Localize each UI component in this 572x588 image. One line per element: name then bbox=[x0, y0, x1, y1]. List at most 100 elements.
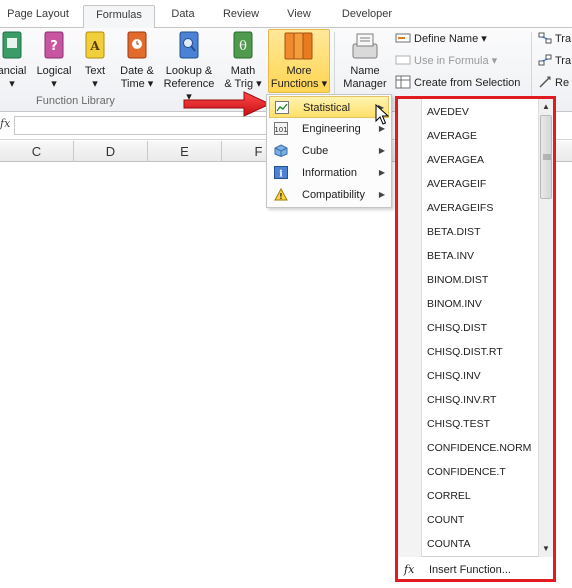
formula-input[interactable] bbox=[14, 116, 274, 135]
lookup-reference-label: Lookup & bbox=[165, 65, 213, 77]
logical-button[interactable]: ? Logical ▾ bbox=[34, 30, 74, 96]
svg-text:?: ? bbox=[50, 39, 58, 54]
submenu-arrow-icon: ▶ bbox=[378, 168, 385, 177]
more-functions-label-2: Functions ▾ bbox=[270, 78, 328, 90]
name-manager-label: Name bbox=[350, 65, 380, 77]
function-item-correl[interactable]: CORREL bbox=[427, 484, 471, 508]
date-time-label-2: Time ▾ bbox=[120, 78, 154, 90]
information-icon: i bbox=[274, 166, 288, 179]
statistical-chart-icon bbox=[275, 101, 289, 114]
create-from-selection-button[interactable]: Create from Selection bbox=[395, 74, 520, 92]
name-manager-label-2: Manager bbox=[343, 78, 387, 90]
ribbon-tab-bar: Page Layout Formulas Data Review View De… bbox=[0, 0, 572, 29]
math-trig-label: Math bbox=[230, 65, 256, 77]
svg-text:A: A bbox=[89, 39, 100, 53]
function-item-beta-inv[interactable]: BETA.INV bbox=[427, 244, 474, 268]
lookup-reference-button[interactable]: Lookup & Reference ▾ bbox=[160, 30, 218, 103]
create-from-selection-label: Create from Selection bbox=[414, 77, 521, 89]
remove-arrows-button[interactable]: Re bbox=[538, 74, 569, 92]
function-item-chisq-test[interactable]: CHISQ.TEST bbox=[427, 412, 490, 436]
function-item-average[interactable]: AVERAGE bbox=[427, 124, 477, 148]
trace-dependents-label: Tra bbox=[555, 55, 572, 67]
text-book-icon: A bbox=[85, 31, 105, 59]
function-library-group-label: Function Library bbox=[36, 95, 115, 107]
menu-item-information[interactable]: i Information ▶ bbox=[269, 162, 389, 184]
define-name-label: Define Name ▾ bbox=[414, 33, 487, 45]
svg-text:!: ! bbox=[279, 192, 283, 201]
scroll-down-arrow-icon[interactable]: ▼ bbox=[541, 543, 551, 555]
column-header-d[interactable]: D bbox=[74, 141, 148, 162]
svg-text:θ: θ bbox=[239, 39, 247, 54]
svg-text:101: 101 bbox=[274, 126, 287, 134]
function-item-chisq-inv[interactable]: CHISQ.INV bbox=[427, 364, 481, 388]
date-time-label: Date & bbox=[120, 65, 154, 77]
list-scrollbar[interactable]: ▲ ▼ bbox=[538, 99, 553, 557]
menu-item-engineering[interactable]: 101 Engineering ▶ bbox=[269, 118, 389, 140]
column-header-c[interactable]: C bbox=[0, 141, 74, 162]
more-functions-label: More bbox=[286, 65, 312, 77]
menu-icon-gutter bbox=[398, 99, 422, 557]
define-name-icon bbox=[395, 33, 411, 43]
function-item-averagea[interactable]: AVERAGEA bbox=[427, 148, 484, 172]
function-item-avedev[interactable]: AVEDEV bbox=[427, 100, 469, 124]
menu-item-cube[interactable]: Cube ▶ bbox=[269, 140, 389, 162]
function-item-averageifs[interactable]: AVERAGEIFS bbox=[427, 196, 493, 220]
menu-item-compatibility[interactable]: ! Compatibility ▶ bbox=[269, 184, 389, 206]
name-manager-icon bbox=[352, 33, 378, 59]
insert-function-fx-button[interactable]: fx bbox=[0, 117, 12, 135]
function-item-binom-inv[interactable]: BINOM.INV bbox=[427, 292, 482, 316]
engineering-icon: 101 bbox=[274, 122, 288, 135]
function-item-confidence-t[interactable]: CONFIDENCE.T bbox=[427, 460, 506, 484]
trace-dependents-button[interactable]: Tra bbox=[538, 52, 571, 70]
function-item-chisq-inv-rt[interactable]: CHISQ.INV.RT bbox=[427, 388, 496, 412]
scroll-up-arrow-icon[interactable]: ▲ bbox=[541, 101, 551, 113]
math-trig-button[interactable]: θ Math & Trig ▾ bbox=[222, 30, 264, 96]
statistical-functions-scroll-area: AVEDEV AVERAGE AVERAGEA AVERAGEIF AVERAG… bbox=[398, 99, 553, 557]
name-manager-button[interactable]: Name Manager bbox=[338, 30, 392, 96]
menu-item-statistical[interactable]: Statistical ▶ bbox=[269, 96, 389, 118]
remove-arrows-label: Re bbox=[555, 77, 570, 89]
tab-page-layout[interactable]: Page Layout bbox=[0, 5, 76, 28]
tab-data[interactable]: Data bbox=[160, 5, 206, 28]
compatibility-warning-icon: ! bbox=[274, 188, 288, 201]
financial-book-icon bbox=[2, 31, 22, 59]
mouse-pointer-icon bbox=[375, 104, 389, 125]
trace-precedents-button[interactable]: Tra bbox=[538, 30, 571, 48]
function-item-confidence-norm[interactable]: CONFIDENCE.NORM bbox=[427, 436, 531, 460]
insert-function-menu-item[interactable]: fx Insert Function... bbox=[398, 559, 553, 581]
define-name-button[interactable]: Define Name ▾ bbox=[395, 30, 487, 48]
create-from-selection-icon bbox=[395, 75, 411, 89]
function-item-count[interactable]: COUNT bbox=[427, 508, 464, 532]
function-item-chisq-dist-rt[interactable]: CHISQ.DIST.RT bbox=[427, 340, 503, 364]
text-button[interactable]: A Text ▾ bbox=[79, 30, 111, 96]
cube-icon bbox=[274, 144, 288, 157]
trace-precedents-label: Tra bbox=[555, 33, 572, 45]
svg-text:i: i bbox=[279, 170, 283, 180]
tab-formulas[interactable]: Formulas bbox=[83, 5, 155, 29]
tab-review[interactable]: Review bbox=[213, 5, 269, 28]
function-item-averageif[interactable]: AVERAGEIF bbox=[427, 172, 486, 196]
text-label: Text bbox=[84, 65, 106, 77]
submenu-arrow-icon: ▶ bbox=[378, 190, 385, 199]
function-item-binom-dist[interactable]: BINOM.DIST bbox=[427, 268, 488, 292]
remove-arrows-icon bbox=[539, 76, 551, 88]
menu-item-label: Engineering bbox=[302, 123, 361, 135]
menu-item-label: Statistical bbox=[303, 102, 351, 114]
scrollbar-thumb[interactable] bbox=[540, 115, 552, 199]
date-time-button[interactable]: Date & Time ▾ bbox=[116, 30, 158, 96]
column-header-e[interactable]: E bbox=[148, 141, 222, 162]
use-in-formula-button[interactable]: Use in Formula ▾ bbox=[395, 52, 497, 70]
text-label-2: ▾ bbox=[92, 78, 98, 90]
more-functions-button[interactable]: More Functions ▾ bbox=[268, 29, 330, 93]
function-item-chisq-dist[interactable]: CHISQ.DIST bbox=[427, 316, 487, 340]
logical-book-icon: ? bbox=[44, 31, 64, 59]
financial-button[interactable]: ancial ▾ bbox=[0, 30, 30, 96]
menu-item-label: Compatibility bbox=[302, 189, 365, 201]
financial-label-2: ▾ bbox=[9, 78, 15, 90]
use-in-formula-label: Use in Formula ▾ bbox=[414, 55, 498, 67]
function-item-counta[interactable]: COUNTA bbox=[427, 532, 471, 556]
function-item-beta-dist[interactable]: BETA.DIST bbox=[427, 220, 480, 244]
tab-developer[interactable]: Developer bbox=[330, 5, 404, 28]
tab-view[interactable]: View bbox=[275, 5, 323, 28]
menu-item-label: Cube bbox=[302, 145, 329, 157]
